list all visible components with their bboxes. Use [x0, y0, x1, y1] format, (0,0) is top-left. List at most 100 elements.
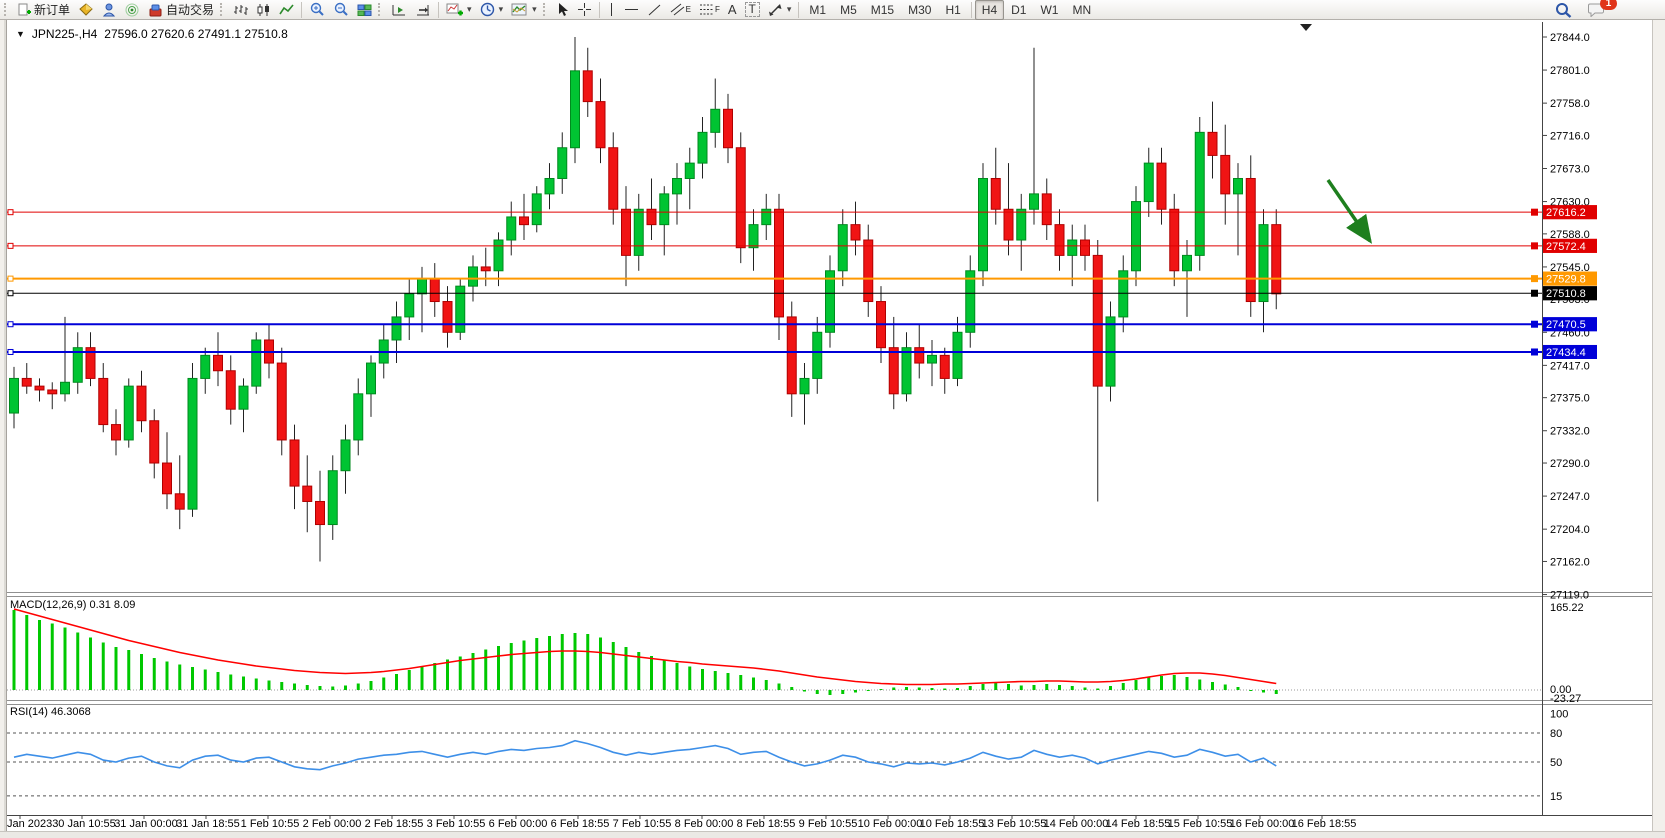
zoom-out-icon [333, 2, 349, 17]
candle [1221, 155, 1230, 193]
chevron-down-icon: ▾ [532, 4, 537, 15]
candle [1030, 194, 1039, 209]
equidistant-channel-tool-button[interactable]: E [666, 0, 695, 20]
horizontal-line-tool-button[interactable] [620, 0, 643, 20]
timeframe-button-m15[interactable]: M15 [864, 0, 901, 20]
time-tick-label: 16 Feb 00:00 [1230, 818, 1295, 830]
text-label-tool-button[interactable]: T [741, 0, 764, 20]
chevron-down-icon: ▾ [467, 4, 472, 15]
new-order-label: 新订单 [34, 1, 70, 18]
periods-button[interactable]: ▾ [476, 0, 508, 20]
vertical-line-tool-button[interactable] [603, 0, 620, 20]
signals-radar-icon [125, 3, 140, 17]
candle [966, 271, 975, 333]
candle [647, 209, 656, 224]
market-watch-button[interactable] [74, 0, 98, 20]
candle [188, 378, 197, 509]
crosshair-tool-button[interactable] [573, 0, 596, 20]
chart-canvas[interactable]: 27616.227572.427529.827510.827470.527434… [0, 0, 1665, 837]
macd-indicator-label: MACD(12,26,9) 0.31 8.09 [10, 599, 135, 611]
candle [507, 217, 516, 240]
time-tick-label: 10 Feb 00:00 [858, 818, 923, 830]
candle [1157, 163, 1166, 209]
fibonacci-tool-button[interactable]: F [695, 0, 724, 20]
timeframe-button-h4[interactable]: H4 [975, 0, 1004, 20]
search-button[interactable] [1551, 0, 1576, 20]
price-badge-label: 27510.8 [1546, 288, 1586, 300]
candle [813, 332, 822, 378]
time-tick-label: 2 Feb 00:00 [303, 818, 362, 830]
candle [1042, 194, 1051, 225]
zoom-out-button[interactable] [329, 0, 353, 20]
window-left-frame [0, 20, 7, 837]
timeframe-button-w1[interactable]: W1 [1033, 0, 1065, 20]
toolbar-grip [378, 3, 383, 16]
candle [48, 390, 57, 394]
time-tick-label: 3 Feb 10:55 [427, 818, 486, 830]
time-tick-label: 14 Feb 00:00 [1044, 818, 1109, 830]
templates-button[interactable]: ▾ [507, 0, 541, 20]
rsi-indicator-label: RSI(14) 46.3068 [10, 706, 91, 718]
symbol-dropdown-icon[interactable]: ▼ [16, 29, 25, 39]
bar-chart-mode-button[interactable] [229, 0, 252, 20]
timeframe-button-mn[interactable]: MN [1065, 0, 1098, 20]
candle [1055, 225, 1064, 256]
time-tick-label: 10 Feb 18:55 [920, 818, 985, 830]
candle [239, 386, 248, 409]
candle [622, 209, 631, 255]
candlestick-mode-button[interactable] [252, 0, 275, 20]
time-tick-label: 27 Jan 2023 [0, 818, 52, 830]
clock-icon [480, 2, 495, 17]
auto-scroll-button[interactable] [387, 0, 411, 20]
accounts-button[interactable] [98, 0, 121, 20]
trendline-tool-button[interactable] [643, 0, 666, 20]
cursor-tool-button[interactable] [552, 0, 573, 20]
timeframe-button-m5[interactable]: M5 [833, 0, 864, 20]
trendline-icon [647, 3, 662, 17]
candle [838, 225, 847, 271]
candle [736, 148, 745, 248]
candle [150, 421, 159, 463]
chat-button[interactable]: 1 [1584, 0, 1609, 20]
candle [430, 278, 439, 301]
notification-badge: 1 [1600, 0, 1617, 10]
line-chart-mode-button[interactable] [275, 0, 298, 20]
candle [226, 371, 235, 409]
text-tool-button[interactable]: A [724, 0, 741, 20]
arrows-tool-button[interactable]: ▾ [764, 0, 796, 20]
candle [354, 394, 363, 440]
candle [367, 363, 376, 394]
candle [787, 317, 796, 394]
time-tick-label: 1 Feb 10:55 [241, 818, 300, 830]
candle [469, 267, 478, 286]
auto-trading-button[interactable]: 自动交易 [144, 0, 218, 20]
candle [902, 348, 911, 394]
toolbar-separator [971, 2, 972, 18]
candle [328, 471, 337, 525]
timeframe-button-m30[interactable]: M30 [901, 0, 938, 20]
indicators-icon [446, 2, 463, 17]
cursor-arrow-icon [556, 2, 569, 17]
chart-shift-button[interactable] [411, 0, 435, 20]
time-tick-label: 14 Feb 18:55 [1106, 818, 1171, 830]
timeframe-button-h1[interactable]: H1 [938, 0, 967, 20]
time-tick-label: 9 Feb 10:55 [799, 818, 858, 830]
candle [545, 178, 554, 193]
indicators-button[interactable]: ▾ [442, 0, 476, 20]
timeframe-group: M1M5M15M30H1 H4D1W1MN [802, 0, 1098, 20]
candle [775, 209, 784, 317]
timeframe-button-m1[interactable]: M1 [802, 0, 833, 20]
price-tick-label: 27417.0 [1550, 360, 1590, 372]
tile-windows-button[interactable] [353, 0, 376, 20]
candle [800, 378, 809, 393]
auto-trading-label: 自动交易 [166, 1, 214, 18]
timeframe-button-d1[interactable]: D1 [1004, 0, 1033, 20]
candle [1246, 178, 1255, 301]
zoom-in-button[interactable] [305, 0, 329, 20]
trend-arrow-annotation[interactable] [1328, 180, 1370, 241]
price-badge-label: 27572.4 [1546, 241, 1586, 253]
vertical-line-icon [607, 2, 616, 17]
new-order-button[interactable]: 新订单 [13, 0, 74, 20]
candle [99, 378, 108, 424]
signals-button[interactable] [121, 0, 144, 20]
